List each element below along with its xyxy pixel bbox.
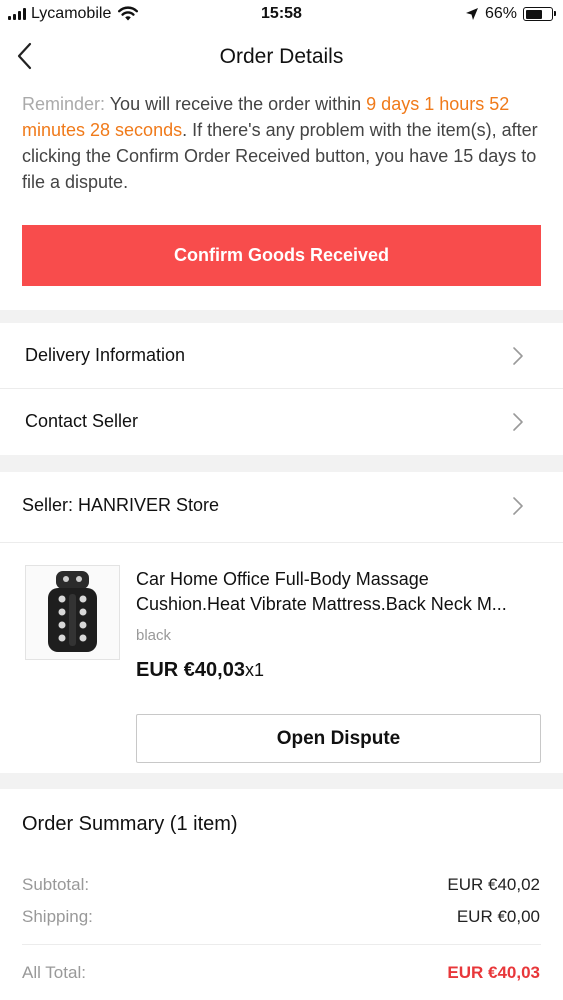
status-right: 66% (465, 5, 556, 23)
seller-section: Seller: HANRIVER Store (0, 472, 563, 543)
reminder-section: Reminder: You will receive the order wit… (0, 84, 563, 310)
product-thumbnail[interactable] (25, 565, 120, 660)
massage-cushion-image (26, 566, 119, 659)
order-summary-title: Order Summary (1 item) (22, 813, 238, 835)
product-price-line: EUR €40,03x1 (136, 659, 264, 682)
shipping-row: Shipping: EUR €0,00 (22, 907, 540, 931)
contact-seller-label: Contact Seller (25, 411, 139, 431)
product-variant: black (136, 627, 172, 644)
reminder-text-before: You will receive the order within (105, 94, 367, 114)
order-summary: Order Summary (1 item) Subtotal: EUR €40… (0, 789, 563, 1000)
delivery-information-label: Delivery Information (25, 345, 186, 365)
info-links-section: Delivery Information Contact Seller (0, 323, 563, 455)
open-dispute-button[interactable]: Open Dispute (136, 714, 541, 763)
battery-percent: 66% (484, 5, 517, 22)
subtotal-label: Subtotal: (22, 875, 90, 894)
subtotal-row: Subtotal: EUR €40,02 (22, 875, 540, 899)
product-quantity: x1 (244, 660, 264, 680)
product-price: EUR €40,03 (136, 659, 245, 681)
status-bar: Lycamobile 15:58 66% (0, 0, 563, 30)
battery-fill (525, 9, 542, 19)
subtotal-value: EUR €40,02 (447, 875, 540, 894)
page-title: Order Details (219, 45, 344, 68)
chevron-right-icon (513, 497, 523, 515)
confirm-goods-received-button[interactable]: Confirm Goods Received (22, 225, 541, 286)
product-title-line2: Cushion.Heat Vibrate Mattress.Back Neck … (136, 594, 507, 614)
product-item: Car Home Office Full-Body Massage Cushio… (0, 543, 563, 773)
contact-seller-row[interactable]: Contact Seller (0, 389, 563, 455)
reminder-text: Reminder: You will receive the order wit… (22, 91, 552, 195)
chevron-right-icon (513, 413, 523, 431)
reminder-label: Reminder: (22, 94, 106, 114)
divider (22, 944, 541, 945)
total-value: EUR €40,03 (447, 963, 540, 982)
total-row: All Total: EUR €40,03 (22, 963, 540, 987)
seller-name: Seller: HANRIVER Store (22, 495, 220, 515)
shipping-value: EUR €0,00 (456, 907, 540, 926)
seller-store-row[interactable]: Seller: HANRIVER Store (0, 472, 563, 542)
total-label: All Total: (22, 963, 86, 982)
delivery-information-row[interactable]: Delivery Information (0, 323, 563, 389)
product-title-line1: Car Home Office Full-Body Massage (136, 569, 429, 589)
nav-bar: Order Details (0, 30, 563, 84)
battery-icon (523, 7, 556, 21)
product-title[interactable]: Car Home Office Full-Body Massage Cushio… (136, 567, 546, 617)
location-icon (465, 8, 478, 20)
shipping-label: Shipping: (22, 907, 93, 926)
chevron-right-icon (513, 347, 523, 365)
